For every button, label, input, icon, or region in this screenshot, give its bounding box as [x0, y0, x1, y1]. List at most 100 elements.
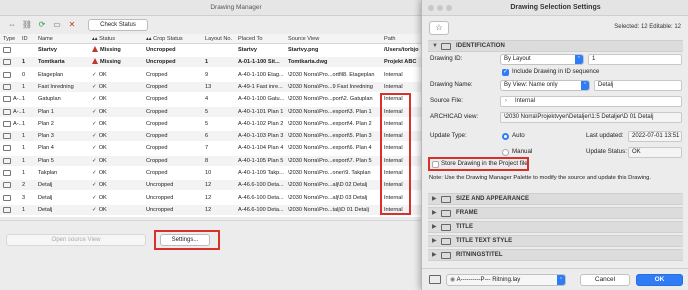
chevron-right-icon: ›	[505, 98, 507, 104]
cell-placed-to: A-40-1-109 Takp...	[238, 170, 284, 176]
section-ritningstitel-label: RITNINGSTITEL	[456, 252, 503, 258]
column-status[interactable]: ▴▴ Status	[92, 34, 140, 44]
column-crop-status[interactable]: ▴▴ Crop Status	[146, 34, 202, 44]
drawing-name-popup[interactable]: By View: Name only ⌃	[500, 80, 590, 91]
source-file-value: Internal	[515, 98, 536, 104]
favorites-button[interactable]: ☆	[429, 21, 449, 35]
drawing-id-field[interactable]: 1	[588, 54, 682, 65]
last-updated-label: Last updated:	[586, 132, 624, 139]
cancel-button[interactable]: Cancel	[580, 274, 630, 286]
section-title[interactable]: ▶ TITLE	[428, 221, 683, 233]
cell-layout-no	[205, 45, 235, 55]
section-size-appearance[interactable]: ▶ SIZE AND APPEARANCE	[428, 193, 683, 205]
include-id-checkbox[interactable]: ✓	[502, 69, 509, 76]
cell-type	[13, 168, 22, 178]
drawing-manager-toolbar: ⇔ ⛓ ⟳ ▭ ✕ Check Status	[0, 17, 472, 33]
cell-id: 2	[22, 182, 26, 189]
cell-source-view: \2030 Norra\Pro...export\6. Plan 4	[288, 145, 372, 152]
column-path[interactable]: Path	[384, 34, 424, 44]
chain-icon[interactable]: ⛓	[21, 20, 33, 30]
cell-status-text: OK	[98, 145, 107, 152]
drawing-id-popup[interactable]: By Layout ⌃	[500, 54, 584, 65]
selection-info: Selected: 12 Editable: 12	[614, 24, 681, 30]
cell-status: ✓ OK	[92, 107, 144, 117]
collapsed-triangle-icon: ▶	[432, 252, 437, 258]
update-icon[interactable]: ⟳	[36, 20, 48, 30]
cell-name: Plan 1	[38, 108, 54, 115]
cell-status: ✓ OK	[92, 205, 144, 215]
collapsed-triangle-icon: ▶	[432, 196, 437, 202]
cell-id: 1	[22, 170, 26, 176]
cell-type	[13, 131, 22, 141]
archicad-view-field: \2030 Norra\Projektvyer\Detaljer\1:5 Det…	[500, 112, 682, 123]
column-placed-to[interactable]: Placed To	[238, 34, 284, 44]
frame-icon	[441, 210, 451, 217]
column-id[interactable]: ID	[22, 34, 36, 44]
cell-status: ✓ OK	[92, 193, 144, 203]
cell-layout-no: 6	[205, 133, 209, 140]
drawing-type-icon	[3, 83, 11, 90]
cell-placed-to: A-49-1 Fast inre...	[238, 83, 283, 90]
drawing-name-field[interactable]: Detalj	[594, 80, 682, 91]
drawing-type-icon	[3, 157, 11, 164]
cell-id: 1	[22, 59, 26, 66]
source-file-field[interactable]: › Internal	[500, 96, 682, 107]
update-manual-radio[interactable]	[502, 149, 509, 156]
cell-status: ✓ OK	[92, 131, 144, 141]
section-title-label: TITLE	[456, 224, 474, 230]
size-appearance-icon	[441, 196, 451, 203]
cell-name: Fast Inredning	[38, 83, 74, 90]
cell-status: ✓ OK	[92, 156, 144, 166]
cell-status-text: Missing	[100, 47, 121, 53]
column-source-view[interactable]: Source View	[288, 34, 378, 44]
cell-crop: Cropped	[146, 120, 168, 127]
cell-placed-to: A-40-1-100 Gatu...	[238, 96, 285, 103]
table-row[interactable]: 1 Tomtkarta Missing Uncropped 1 A-01-1-100 Si…	[0, 57, 472, 68]
expanded-triangle-icon: ▼	[432, 43, 438, 49]
drawing-manager-title: Drawing Manager	[0, 0, 472, 16]
delete-icon[interactable]: ✕	[66, 20, 78, 30]
update-auto-label: Auto	[512, 132, 525, 139]
check-status-button[interactable]: Check Status	[88, 19, 148, 31]
ok-button[interactable]: OK	[636, 274, 683, 286]
cell-status: ✓ OK	[92, 119, 144, 129]
cell-status-text: OK	[98, 83, 107, 90]
cell-type	[13, 193, 22, 203]
link-drawing-icon[interactable]: ⇔	[6, 20, 18, 30]
table-row[interactable]: 1 Fast Inredning ✓ OK Cropped 13 A-49-1 Fast i…	[0, 81, 472, 92]
cell-source-view: \2030 Norra\Pro...alj\D 03 Detalj	[288, 194, 368, 201]
section-title-text-style[interactable]: ▶ TITLE TEXT STYLE	[428, 235, 683, 247]
section-identification[interactable]: ▼ IDENTIFICATION	[428, 40, 683, 52]
popup-arrow-icon: ⌃	[581, 81, 589, 90]
section-ritningstitel[interactable]: ▶ RITNINGSTITEL	[428, 249, 683, 261]
column-type[interactable]: Type	[3, 34, 21, 44]
text-style-icon	[441, 238, 451, 245]
check-icon: ✓	[92, 194, 97, 201]
cell-layout-no: 12	[205, 206, 212, 213]
table-row[interactable]: Startvy Missing Uncropped Startvy Startvy.pn…	[0, 45, 472, 55]
drawing-type-icon	[3, 133, 11, 140]
cell-name: Plan 5	[38, 157, 54, 164]
cell-id: 3	[22, 194, 26, 201]
note-text: Note: Use the Drawing Manager Palette to…	[429, 175, 652, 181]
drawing-name-popup-value: By View: Name only	[504, 82, 558, 88]
open-source-view-button[interactable]: Open source View	[6, 234, 146, 246]
drawing-selection-settings-dialog: Drawing Selection Settings ☆ Selected: 1…	[421, 0, 688, 290]
column-name[interactable]: Name	[38, 34, 86, 44]
cell-name: Detalj	[38, 194, 53, 201]
section-frame[interactable]: ▶ FRAME	[428, 207, 683, 219]
cell-type	[13, 205, 22, 215]
table-row[interactable]: 0 Etageplan ✓ OK Cropped 9 A-40-1-100 Etag... \…	[0, 70, 472, 80]
drawing-type-icon	[3, 71, 11, 78]
cell-layout-no: 5	[205, 120, 209, 127]
layer-popup[interactable]: ◉ A----------P--- Ritning.lay ⌃	[446, 274, 566, 286]
drawing-manager-bottom-bar: Open source View Settings...	[0, 220, 472, 290]
drawing-table-header: Type ID Name ▴▴ Status ▴▴ Crop Status La…	[0, 34, 472, 44]
column-status-label: Status	[99, 36, 116, 42]
column-layout-no[interactable]: Layout No.	[205, 34, 237, 44]
folder-icon[interactable]: ▭	[51, 20, 63, 30]
update-auto-radio[interactable]	[502, 133, 509, 140]
cell-layout-no: 5	[205, 108, 209, 115]
path-column-highlight	[380, 93, 411, 215]
cell-name: Takplan	[38, 170, 58, 176]
